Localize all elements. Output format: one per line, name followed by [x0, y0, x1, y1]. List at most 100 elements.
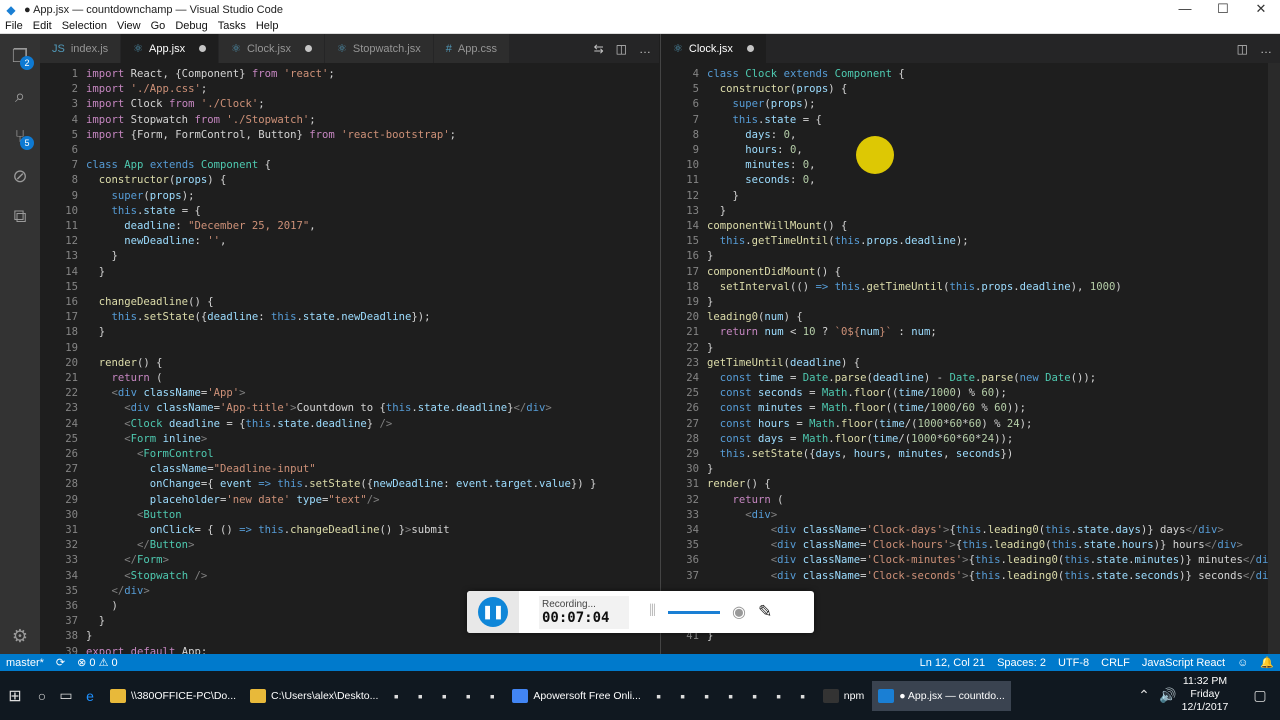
code-line: 39 export default App; [40, 645, 659, 654]
problems-count[interactable]: ⊗ 0 ⚠ 0 [71, 656, 123, 669]
chrome-icon[interactable]: ▪ [480, 681, 504, 711]
gimp2-icon[interactable]: ▪ [743, 681, 767, 711]
menu-help[interactable]: Help [251, 20, 284, 32]
edge-icon[interactable]: e [78, 681, 102, 711]
app-label: Apowersoft Free Onli... [533, 689, 641, 702]
unsaved-dot-icon[interactable] [199, 45, 207, 52]
code-text: <div className='Clock-seconds'>{this.lea… [770, 569, 1280, 582]
line-number: 29 [65, 493, 78, 506]
line-number: 14 [65, 265, 78, 278]
line-number: 32 [65, 539, 78, 552]
clock-date: 12/1/2017 [1181, 701, 1229, 713]
encoding[interactable]: UTF-8 [1052, 657, 1095, 669]
tab-app-jsx[interactable]: ⚛ App.jsx [121, 34, 220, 63]
menu-edit[interactable]: Edit [28, 20, 57, 32]
tab-clock-jsx[interactable]: ⚛ Clock.jsx [219, 34, 325, 63]
volume-slider[interactable] [668, 610, 721, 614]
files-icon[interactable]: ▪ [432, 681, 456, 711]
editor-actions: ⇆ ◫ … [582, 34, 651, 63]
keepass-icon[interactable]: ▪ [671, 681, 695, 711]
debug-icon[interactable]: ⊘ [0, 160, 40, 192]
menu-tasks[interactable]: Tasks [213, 20, 251, 32]
code-text: } [707, 204, 727, 217]
system-clock[interactable]: 11:32 PM Friday 12/1/2017 [1174, 675, 1236, 714]
store-icon[interactable]: ▪ [384, 681, 408, 711]
code-line: 6 super(props); [661, 97, 1280, 112]
taskbar-app-3[interactable]: npm [817, 681, 870, 711]
code-text: <div className='Clock-days'>{this.leadin… [770, 524, 1224, 536]
taskbar-app-0[interactable]: \\380OFFICE-PC\Do... [104, 681, 242, 711]
taskbar-app-4[interactable]: ● App.jsx — countdo... [872, 680, 1011, 711]
tab-label: Clock.jsx [246, 42, 291, 55]
menu-view[interactable]: View [112, 20, 146, 32]
action-center-icon[interactable]: ▢ [1248, 681, 1272, 711]
code-line: 24 <Clock deadline = {this.state.deadlin… [40, 417, 659, 432]
maximize-button[interactable]: ☐ [1204, 0, 1242, 19]
feedback-icon[interactable]: ☺ [1231, 657, 1254, 669]
extensions-icon[interactable]: ⧉ [0, 200, 40, 232]
tab-clock-jsx[interactable]: ⚛ Clock.jsx [661, 34, 767, 63]
code-text: newDeadline: '', [124, 235, 227, 248]
cursor-position[interactable]: Ln 12, Col 21 [914, 657, 991, 669]
taskbar-app-1[interactable]: C:\Users\alex\Deskto... [244, 681, 384, 711]
code-line: 20 render() { [40, 356, 659, 371]
source-control-icon[interactable]: ⑂ 5 [0, 120, 40, 152]
menu-debug[interactable]: Debug [170, 20, 212, 32]
line-number: 23 [65, 402, 78, 415]
folder-icon[interactable]: ▪ [695, 681, 719, 711]
menu-selection[interactable]: Selection [57, 20, 112, 32]
notifications-icon[interactable]: 🔔 [1254, 656, 1280, 669]
windows-taskbar: ⊞ ○ ▭ e \\380OFFICE-PC\Do... C:\Users\ale… [0, 671, 1280, 720]
explorer-icon[interactable]: ❐ 2 [0, 40, 40, 72]
git-icon[interactable]: ▪ [767, 681, 791, 711]
code-line: 37 <div className='Clock-seconds'>{this.… [661, 569, 1280, 584]
vertical-scrollbar[interactable] [1268, 63, 1280, 654]
firefox-icon[interactable]: ▪ [647, 681, 671, 711]
sublime-icon[interactable]: ▪ [719, 681, 743, 711]
line-number: 31 [65, 524, 78, 536]
code-text: super(props); [732, 98, 816, 111]
open-changes-icon[interactable]: ⇆ [594, 42, 604, 56]
webcam-icon[interactable]: ◉ [732, 602, 746, 622]
search-icon[interactable]: ⌕ [0, 80, 40, 112]
minimize-button[interactable]: — [1166, 0, 1204, 19]
menu-go[interactable]: Go [146, 20, 171, 32]
more-actions-icon[interactable]: … [639, 42, 651, 56]
unsaved-dot-icon[interactable] [746, 45, 754, 52]
task-view-icon[interactable]: ▭ [54, 681, 78, 711]
code-text: } [86, 615, 106, 628]
windows-start-icon[interactable]: ⊞ [0, 681, 30, 711]
tab-index-js[interactable]: JS index.js [40, 34, 122, 63]
gimp-icon[interactable]: ▪ [456, 681, 480, 711]
mail-icon[interactable]: ▪ [791, 681, 815, 711]
language-mode[interactable]: JavaScript React [1136, 657, 1231, 669]
pause-recording-button[interactable]: ❚❚ [467, 591, 519, 633]
code-text: } [707, 189, 739, 202]
taskbar-app-2[interactable]: Apowersoft Free Onli... [506, 681, 646, 711]
close-button[interactable]: ✕ [1242, 0, 1280, 19]
show-hidden-icons-icon[interactable]: ⌃ [1132, 681, 1156, 711]
split-editor-icon[interactable]: ◫ [616, 42, 627, 56]
tab-stopwatch-jsx[interactable]: ⚛ Stopwatch.jsx [324, 34, 434, 63]
line-ending[interactable]: CRLF [1095, 657, 1136, 669]
git-branch[interactable]: master* [0, 657, 50, 669]
more-actions-icon[interactable]: … [1260, 42, 1272, 56]
clock-time: 11:32 PM [1182, 675, 1228, 687]
gear-icon[interactable]: ⚙ [0, 620, 40, 652]
calc-icon[interactable]: ▪ [408, 681, 432, 711]
indentation[interactable]: Spaces: 2 [991, 657, 1052, 669]
unsaved-dot-icon[interactable] [304, 45, 312, 52]
code-line: 22 <div className='App'> [40, 386, 659, 401]
split-editor-icon[interactable]: ◫ [1237, 42, 1248, 56]
file-type-icon: # [445, 42, 452, 55]
line-number: 13 [686, 204, 699, 217]
sync-icon[interactable]: ⟳ [50, 656, 71, 669]
cortana-icon[interactable]: ○ [30, 681, 54, 711]
draw-pencil-icon[interactable]: ✎ [758, 602, 772, 622]
menu-file[interactable]: File [0, 20, 28, 32]
code-line: 29 this.setState({days, hours, minutes, … [661, 447, 1280, 462]
tab-app-css[interactable]: # App.css [433, 34, 510, 63]
code-text: return num < 10 ? `0${num}` : num; [719, 326, 937, 339]
line-number: 4 [71, 113, 78, 126]
editor-group-left: JS index.js ⚛ App.jsx ⚛ Clock.jsx ⚛ Stopwatch.j… [40, 34, 659, 654]
